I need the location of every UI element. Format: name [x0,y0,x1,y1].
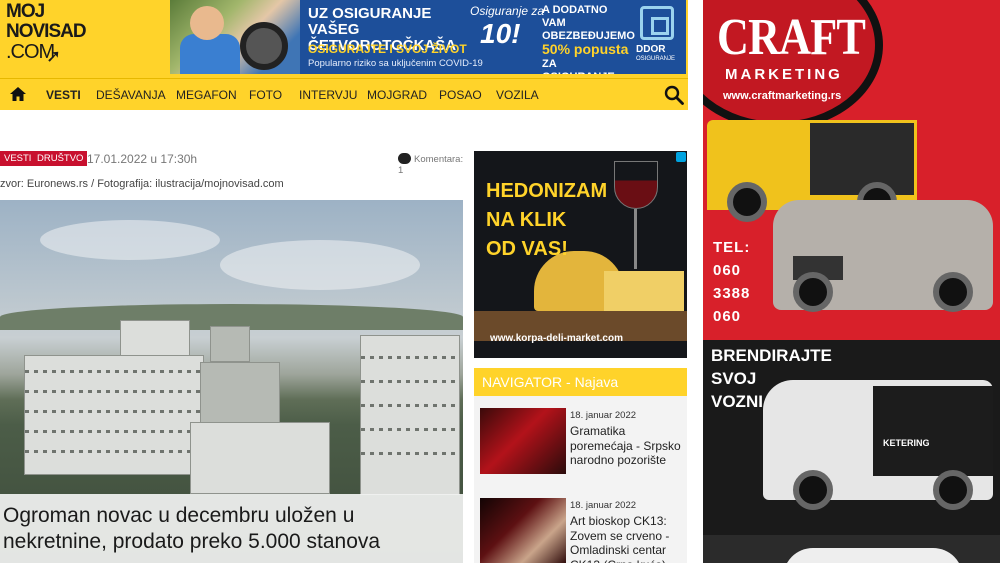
nav-item-mojgrad[interactable]: MOJGRAD [367,79,427,111]
nav-item-vesti[interactable]: VESTI [46,79,81,111]
navigator-item-title: Gramatika poremećaja - Srpsko narodno po… [570,424,681,467]
banner-badge-text: Osiguranje za [470,4,545,18]
site-logo[interactable]: MOJ NOVISAD .COM ➚ [6,1,87,74]
hero-building [190,422,330,494]
navigator-thumb [480,498,566,563]
navigator-title: NAVIGATOR - Najava [482,374,619,390]
tag-drustvo[interactable]: DRUŠTVO [33,151,88,166]
hero-building [360,335,460,495]
adchoices-icon[interactable] [676,152,686,162]
ad-truck [707,120,917,222]
ad-car [783,548,963,563]
navigator-header[interactable]: NAVIGATOR - Najava [474,368,687,396]
banner-brand-sub: OSIGURANJE [636,56,676,62]
navigator-list: 18. januar 2022 Gramatika poremećaja - S… [474,396,687,563]
insurance-banner-ad[interactable]: UZ OSIGURANJE VAŠEG ČETVOROTOČKAŠA OSIGU… [170,0,686,74]
navigator-item-title: Art bioskop CK13: Zovem se crveno - Omla… [570,514,670,563]
banner-photo-tire [240,22,288,70]
logo-line-2: NOVISAD [6,21,87,42]
deli-market-ad[interactable]: HEDONIZAM NA KLIK OD VAS! www.korpa-deli… [474,151,687,358]
banner-offer-percent: 50% popusta [542,41,629,57]
article-date: 17.01.2022 u 17:30h [87,152,198,166]
tag-vesti[interactable]: VESTI [0,151,36,166]
main-nav: VESTI DEŠAVANJA MEGAFON FOTO INTERVJU MO… [0,78,688,110]
banner-photo [170,0,300,74]
craft-tagline-2: SVOJ [711,369,757,388]
ad-truck-wheel [727,182,767,222]
comments-link[interactable]: Komentara: 1 [398,153,470,176]
ad-wine-glass-stem [634,209,637,269]
craft-tel-label: TEL: [713,239,751,256]
nav-item-foto[interactable]: FOTO [249,79,282,111]
craft-tel-2: 3388 [713,285,751,302]
ad-jeep-wheel [933,272,973,312]
hero-building [24,355,204,475]
deli-ad-line-1: HEDONIZAM [486,180,608,202]
nav-item-desavanja[interactable]: DEŠAVANJA [96,79,166,111]
article-headline[interactable]: Ogroman novac u decembru uložen u nekret… [3,503,458,555]
home-icon[interactable] [10,87,26,101]
site-header: MOJ NOVISAD .COM ➚ UZ OSIGURANJE VAŠEG Č… [0,0,688,78]
comment-bubble-icon [398,153,411,164]
ad-wine-glass [614,161,658,209]
banner-badge-number: 10! [480,18,521,49]
ad-van: KETERING [763,380,993,510]
hero-building [210,326,250,362]
search-icon[interactable] [664,85,684,105]
banner-offer-intro: A DODATNO VAM OBEZBEĐUJEMO [542,4,635,42]
banner-brand: DDOR [636,44,666,55]
banner-subline: Popularno riziko sa uključenim COVID-19 [308,58,483,69]
hero-cloud [220,240,420,290]
deli-ad-url: www.korpa-deli-market.com [490,333,623,344]
ad-van-text: KETERING [883,438,930,448]
banner-photo-person [180,34,240,74]
ad-van-wheel [793,470,833,510]
hero-cloud [40,220,220,260]
ad-jeep-wheel [793,272,833,312]
hero-building [120,320,190,360]
article-source: zvor: Euronews.rs / Fotografija: ilustra… [0,178,284,190]
ad-truck-box [807,120,917,198]
craft-sub: MARKETING [725,66,843,83]
ad-jeep [773,200,993,312]
craft-phone: TEL: 060 3388 060 [713,236,750,328]
article-hero-image[interactable]: Ogroman novac u decembru uložen u nekret… [0,200,463,563]
nav-item-intervju[interactable]: INTERVJU [299,79,357,111]
deli-ad-headline: HEDONIZAM NA KLIK OD VAS! [486,177,607,264]
craft-url: www.craftmarketing.rs [723,90,842,102]
banner-offer-tail: ZA OSIGURANJE POMOĆ NA PUTU! [542,58,615,74]
craft-tel-3: 060 [713,308,742,325]
cursor-arrow-icon: ➚ [46,46,62,66]
page: MOJ NOVISAD .COM ➚ UZ OSIGURANJE VAŠEG Č… [0,0,1000,563]
craft-marketing-ad[interactable]: CRAFT MARKETING www.craftmarketing.rs TE… [703,0,1000,563]
navigator-item-date: 18. januar 2022 [570,410,637,421]
navigator-thumb [480,408,566,474]
nav-item-posao[interactable]: POSAO [439,79,482,111]
navigator-item-date: 18. januar 2022 [570,500,637,511]
logo-line-1: MOJ [6,1,45,22]
banner-cta: OSIGURAJTE I SVOJ ŽIVOT [308,42,467,56]
nav-item-vozila[interactable]: VOZILA [496,79,539,111]
deli-ad-line-3: OD VAS! [486,238,568,260]
article-meta: VESTI DRUŠTVO 17.01.2022 u 17:30h Koment… [0,151,470,176]
banner-offer: A DODATNO VAM OBEZBEĐUJEMO 50% popusta Z… [542,4,635,74]
craft-tel-1: 060 [713,262,742,279]
ad-van-panel [873,386,993,476]
deli-ad-line-2: NA KLIK [486,209,567,231]
logo-line-3: .COM [6,41,55,63]
nav-item-megafon[interactable]: MEGAFON [176,79,237,111]
craft-tagline-1: BRENDIRAJTE [711,346,832,365]
craft-brand: CRAFT [717,9,866,66]
ad-van-wheel [933,470,973,510]
banner-photo-face [190,6,224,40]
ddor-logo-icon [640,6,674,40]
